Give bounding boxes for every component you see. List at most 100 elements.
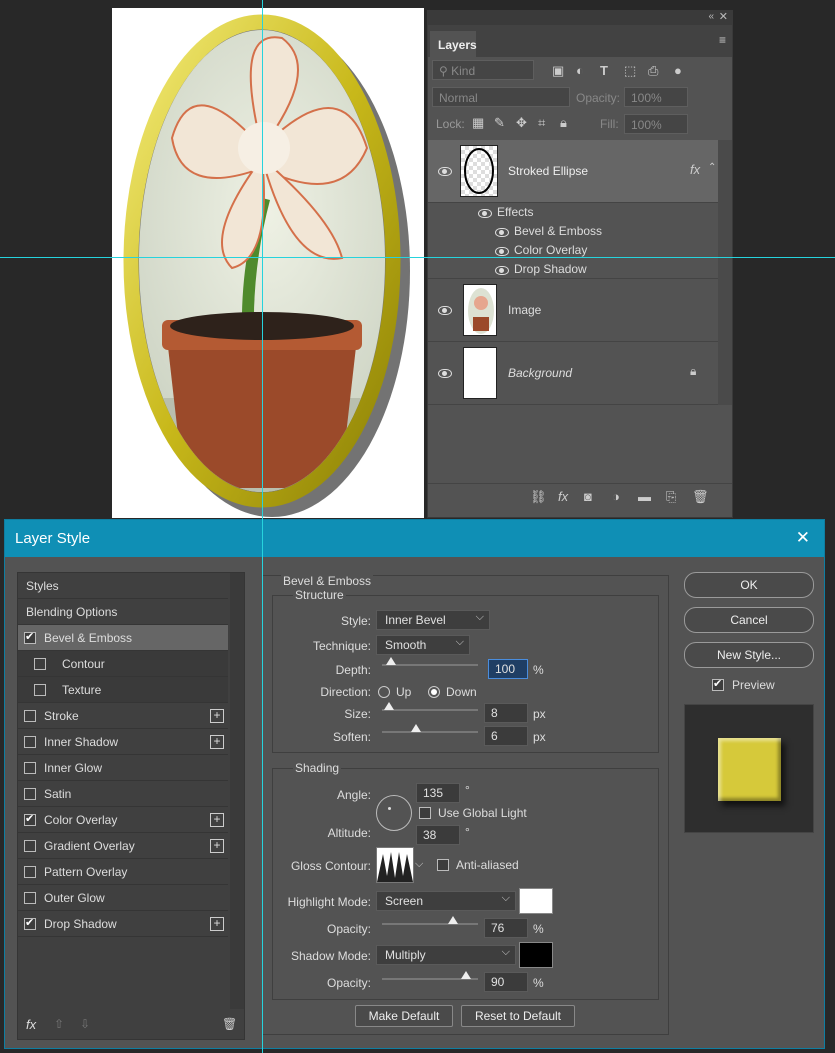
inner-glow-checkbox[interactable]	[24, 762, 36, 774]
shadow-color-swatch[interactable]	[519, 942, 553, 968]
list-outer-glow[interactable]: Outer Glow	[18, 885, 228, 911]
layers-scrollbar[interactable]	[718, 140, 732, 405]
smart-object-filter-icon[interactable]: ⎙	[648, 63, 658, 79]
shape-filter-icon[interactable]: ⬚	[624, 63, 636, 79]
depth-input[interactable]: 100	[488, 659, 528, 679]
list-inner-glow[interactable]: Inner Glow	[18, 755, 228, 781]
add-drop-shadow-icon[interactable]: +	[210, 917, 224, 931]
list-scrollbar[interactable]	[230, 573, 244, 1009]
anti-aliased-checkbox[interactable]	[437, 859, 449, 871]
preview-checkbox[interactable]	[712, 677, 724, 691]
fill-input[interactable]: 100%	[624, 114, 688, 134]
shadow-opacity-slider[interactable]	[382, 971, 478, 980]
add-style-icon[interactable]: fx	[558, 489, 568, 504]
layer-row-background[interactable]: Background 🔒︎	[428, 342, 718, 405]
list-bevel-emboss[interactable]: Bevel & Emboss	[18, 625, 228, 651]
slider-thumb[interactable]	[461, 971, 471, 979]
texture-checkbox[interactable]	[34, 684, 46, 696]
visibility-eye-icon[interactable]	[438, 306, 452, 315]
chevron-down-icon[interactable]: ⌵	[415, 858, 423, 871]
visibility-eye-icon[interactable]	[478, 209, 492, 218]
visibility-eye-icon[interactable]	[438, 369, 452, 378]
add-gradient-overlay-icon[interactable]: +	[210, 839, 224, 853]
fx-icon[interactable]: fx	[690, 162, 700, 177]
angle-input[interactable]: 135	[416, 783, 460, 803]
lock-paint-icon[interactable]: ✎	[494, 115, 505, 131]
filter-toggle-icon[interactable]: ●	[674, 63, 682, 78]
pixel-filter-icon[interactable]: ▣	[552, 63, 564, 79]
list-pattern-overlay[interactable]: Pattern Overlay	[18, 859, 228, 885]
layer-row-image[interactable]: Image	[428, 279, 718, 342]
bevel-checkbox[interactable]	[24, 630, 36, 644]
document-canvas[interactable]	[112, 8, 424, 518]
visibility-eye-icon[interactable]	[495, 228, 509, 237]
effect-drop-shadow[interactable]: Drop Shadow	[514, 262, 587, 276]
visibility-eye-icon[interactable]	[495, 247, 509, 256]
contour-checkbox[interactable]	[34, 658, 46, 670]
reset-default-button[interactable]: Reset to Default	[461, 1005, 575, 1027]
lock-transparent-icon[interactable]: ▦	[472, 115, 484, 131]
highlight-opacity-slider[interactable]	[382, 916, 478, 925]
shadow-mode-select[interactable]: Multiply	[376, 945, 516, 965]
add-inner-shadow-icon[interactable]: +	[210, 735, 224, 749]
list-texture[interactable]: Texture	[18, 677, 228, 703]
lock-all-icon[interactable]: 🔒︎	[560, 115, 567, 131]
size-input[interactable]: 8	[484, 703, 528, 723]
cancel-button[interactable]: Cancel	[684, 607, 814, 633]
collapse-panel-icon[interactable]: «	[708, 11, 714, 22]
visibility-eye-icon[interactable]	[495, 266, 509, 275]
collapse-effects-icon[interactable]: ⌃	[708, 162, 716, 173]
global-light-checkbox[interactable]	[419, 807, 431, 819]
list-inner-shadow[interactable]: Inner Shadow +	[18, 729, 228, 755]
color-overlay-checkbox[interactable]	[24, 812, 36, 826]
gloss-contour-preview[interactable]	[376, 847, 414, 883]
direction-down-radio[interactable]	[428, 686, 440, 698]
delete-layer-icon[interactable]: 🗑︎	[692, 489, 709, 505]
new-adjustment-icon[interactable]: ◑	[612, 489, 620, 504]
list-satin[interactable]: Satin	[18, 781, 228, 807]
direction-up-radio[interactable]	[378, 686, 390, 698]
pattern-overlay-checkbox[interactable]	[24, 866, 36, 878]
list-stroke[interactable]: Stroke +	[18, 703, 228, 729]
add-stroke-icon[interactable]: +	[210, 709, 224, 723]
stroke-checkbox[interactable]	[24, 710, 36, 722]
list-drop-shadow[interactable]: Drop Shadow +	[18, 911, 228, 937]
add-effect-fx-icon[interactable]: fx	[26, 1017, 36, 1032]
lock-position-icon[interactable]: ✥	[516, 115, 527, 131]
close-icon[interactable]: ✕	[796, 528, 810, 548]
new-layer-icon[interactable]: ⎘	[666, 489, 676, 505]
slider-thumb[interactable]	[385, 657, 396, 665]
link-layers-icon[interactable]: ⛓︎	[530, 489, 547, 505]
list-gradient-overlay[interactable]: Gradient Overlay +	[18, 833, 228, 859]
angle-dial[interactable]	[376, 795, 412, 831]
slider-thumb[interactable]	[384, 702, 394, 710]
soften-slider[interactable]	[382, 724, 478, 733]
make-default-button[interactable]: Make Default	[355, 1005, 453, 1027]
panel-menu-icon[interactable]: ≡	[719, 33, 726, 47]
slider-thumb[interactable]	[448, 916, 458, 924]
size-slider[interactable]	[382, 702, 478, 711]
move-up-icon[interactable]: ⇧	[54, 1017, 64, 1031]
outer-glow-checkbox[interactable]	[24, 892, 36, 904]
slider-thumb[interactable]	[411, 724, 421, 732]
adjustment-filter-icon[interactable]: ◐	[576, 63, 584, 78]
technique-select[interactable]: Smooth	[376, 635, 470, 655]
ok-button[interactable]: OK	[684, 572, 814, 598]
list-styles[interactable]: Styles	[18, 573, 228, 599]
new-group-icon[interactable]: ▬	[638, 489, 651, 504]
kind-filter-select[interactable]: ⚲ Kind	[432, 60, 534, 80]
tab-layers[interactable]: Layers	[430, 31, 477, 57]
lock-artboard-icon[interactable]: ⌗	[538, 115, 545, 131]
gradient-overlay-checkbox[interactable]	[24, 840, 36, 852]
soften-input[interactable]: 6	[484, 726, 528, 746]
add-mask-icon[interactable]: ◙	[584, 489, 592, 504]
effect-bevel-emboss[interactable]: Bevel & Emboss	[514, 224, 602, 238]
style-select[interactable]: Inner Bevel	[376, 610, 490, 630]
drop-shadow-checkbox[interactable]	[24, 916, 36, 930]
type-filter-icon[interactable]: T	[600, 63, 608, 78]
highlight-opacity-input[interactable]: 76	[484, 918, 528, 938]
altitude-input[interactable]: 38	[416, 825, 460, 845]
highlight-mode-select[interactable]: Screen	[376, 891, 516, 911]
horizontal-guide[interactable]	[0, 257, 835, 258]
layer-row-stroked-ellipse[interactable]: Stroked Ellipse fx ⌃	[428, 140, 718, 203]
